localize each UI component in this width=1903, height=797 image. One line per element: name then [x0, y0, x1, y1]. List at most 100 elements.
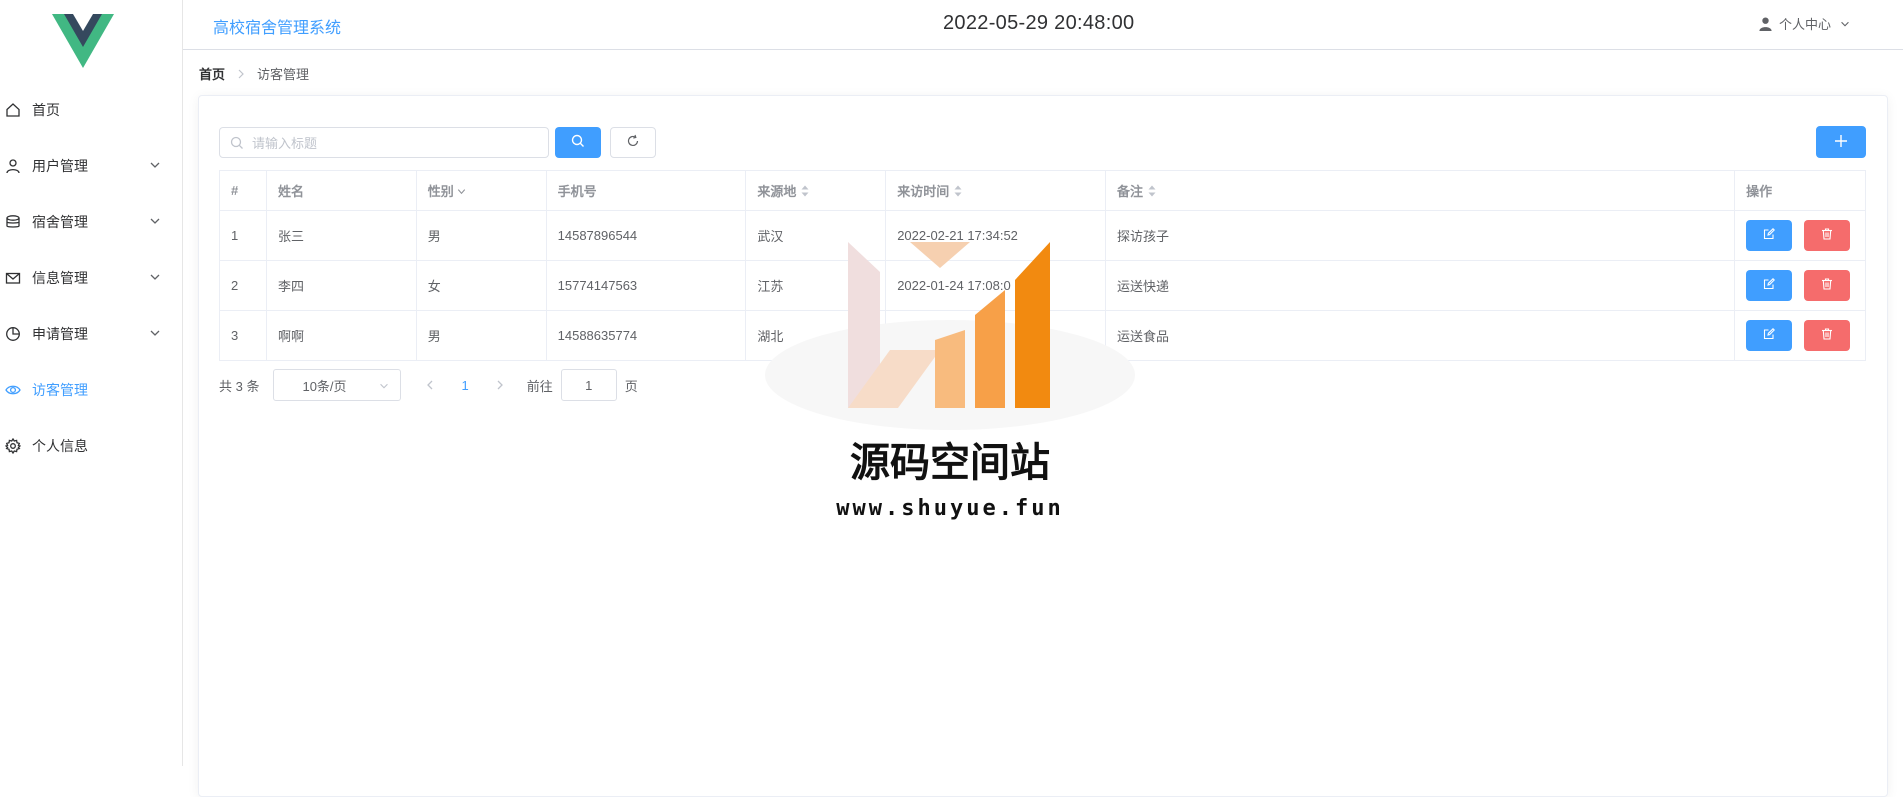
- edit-button[interactable]: [1746, 270, 1793, 301]
- refresh-icon: [626, 134, 640, 151]
- cell-origin: 武汉: [746, 211, 887, 260]
- sidebar-item-label: 用户管理: [32, 158, 88, 174]
- cell-remark: 探访孩子: [1106, 211, 1736, 260]
- cell-gender: 男: [417, 211, 547, 260]
- plus-icon: [1834, 134, 1848, 151]
- page-size-value: 10条/页: [302, 378, 347, 394]
- column-header-label: 备注: [1116, 184, 1143, 199]
- search-icon: [571, 134, 585, 151]
- column-header-gender[interactable]: 性别: [417, 171, 547, 210]
- eye-icon: [4, 381, 22, 399]
- sidebar-item-info[interactable]: 信息管理: [0, 250, 182, 306]
- column-header-phone: 手机号: [547, 171, 747, 210]
- add-visitor-button[interactable]: [1816, 126, 1866, 158]
- cell-phone: 15774147563: [547, 261, 747, 310]
- visitors-table: # 姓名 性别 手机号 来源地 来访时间 备注 操作 1 张三 男 145878…: [219, 170, 1866, 361]
- top-header: 高校宿舍管理系统 2022-05-29 20:48:00 个人中心: [183, 0, 1903, 50]
- column-header-name: 姓名: [267, 171, 417, 210]
- prev-page-icon[interactable]: [423, 378, 437, 392]
- cell-origin: 湖北: [746, 311, 887, 360]
- database-icon: [4, 213, 22, 231]
- cell-visit-time: 2022-01-24 17:08:0: [886, 261, 1106, 310]
- sidebar-item-dorm[interactable]: 宿舍管理: [0, 194, 182, 250]
- next-page-icon[interactable]: [493, 378, 507, 392]
- chevron-down-icon: [1839, 18, 1851, 30]
- delete-button[interactable]: [1804, 220, 1851, 251]
- chevron-down-icon: [148, 158, 162, 172]
- sidebar-item-label: 宿舍管理: [32, 214, 88, 230]
- edit-icon: [1763, 278, 1776, 293]
- table-body: 1 张三 男 14587896544 武汉 2022-02-21 17:34:5…: [220, 211, 1865, 361]
- pagination-total: 共 3 条: [219, 378, 260, 394]
- pagination: 共 3 条 10条/页 1 前往 页: [219, 369, 638, 401]
- page-size-select[interactable]: 10条/页: [273, 369, 402, 401]
- breadcrumb-home[interactable]: 首页: [199, 64, 225, 83]
- chevron-right-icon: [235, 68, 247, 80]
- trash-icon: [1821, 228, 1833, 243]
- search-field[interactable]: [219, 127, 549, 159]
- goto-label: 前往: [526, 378, 553, 394]
- mail-icon: [4, 269, 22, 287]
- filter-arrow-icon[interactable]: [456, 185, 467, 196]
- pie-chart-icon: [4, 325, 22, 343]
- sidebar-item-home[interactable]: 首页: [0, 82, 182, 138]
- cell-name: 啊啊: [267, 311, 417, 360]
- search-input[interactable]: [250, 128, 544, 159]
- trash-icon: [1821, 278, 1833, 293]
- sidebar-item-label: 申请管理: [32, 326, 88, 342]
- chevron-down-icon: [378, 380, 390, 392]
- sidebar-item-label: 首页: [32, 102, 60, 118]
- page-unit-label: 页: [624, 378, 638, 394]
- cell-actions: [1735, 311, 1865, 360]
- sidebar-item-apply[interactable]: 申请管理: [0, 306, 182, 362]
- sort-caret-icon[interactable]: [801, 185, 809, 197]
- column-header-label: 手机号: [557, 184, 597, 199]
- user-center-dropdown[interactable]: 个人中心: [1758, 14, 1851, 33]
- cell-actions: [1735, 211, 1865, 260]
- search-button[interactable]: [555, 127, 601, 158]
- column-header-label: 操作: [1746, 184, 1773, 199]
- user-icon: [4, 157, 22, 175]
- column-header-origin[interactable]: 来源地: [746, 171, 887, 210]
- delete-button[interactable]: [1804, 270, 1851, 301]
- table-row: 3 啊啊 男 14588635774 湖北 2-01-27 1:2 运送食品: [220, 311, 1865, 361]
- column-header-label: 性别: [427, 184, 454, 199]
- sidebar-item-label: 访客管理: [32, 382, 88, 398]
- cell-name: 李四: [267, 261, 417, 310]
- cell-remark: 运送快递: [1106, 261, 1736, 310]
- column-header-visit-time[interactable]: 来访时间: [886, 171, 1106, 210]
- sort-caret-icon[interactable]: [1148, 185, 1156, 197]
- home-icon: [4, 101, 22, 119]
- user-avatar-icon: [1758, 16, 1773, 31]
- table-header-row: # 姓名 性别 手机号 来源地 来访时间 备注 操作: [220, 171, 1865, 211]
- content-card: # 姓名 性别 手机号 来源地 来访时间: [198, 95, 1888, 797]
- delete-button[interactable]: [1804, 320, 1851, 351]
- cell-visit-time: 2022-02-21 17:34:52: [886, 211, 1106, 260]
- column-header-remark[interactable]: 备注: [1106, 171, 1736, 210]
- chevron-down-icon: [148, 326, 162, 340]
- datetime-display: 2022-05-29 20:48:00: [943, 12, 1135, 34]
- column-header-label: 来源地: [757, 184, 797, 199]
- cell-index: 3: [220, 311, 267, 360]
- edit-icon: [1763, 328, 1776, 343]
- column-header-label: 姓名: [277, 184, 304, 199]
- refresh-button[interactable]: [610, 127, 656, 158]
- cell-actions: [1735, 261, 1865, 310]
- sidebar-item-label: 个人信息: [32, 438, 88, 454]
- column-header-index: #: [220, 171, 267, 210]
- sidebar-item-users[interactable]: 用户管理: [0, 138, 182, 194]
- goto-page-input[interactable]: [560, 369, 617, 401]
- table-row: 2 李四 女 15774147563 江苏 2022-01-24 17:08:0…: [220, 261, 1865, 311]
- column-header-label: #: [231, 183, 239, 198]
- sidebar: 首页 用户管理 宿舍管理 信息管理 申请管理 访客管理 个人信息: [0, 0, 183, 766]
- sort-caret-icon[interactable]: [954, 185, 962, 197]
- cell-gender: 女: [417, 261, 547, 310]
- edit-button[interactable]: [1746, 320, 1793, 351]
- sidebar-item-profile[interactable]: 个人信息: [0, 418, 182, 474]
- edit-button[interactable]: [1746, 220, 1793, 251]
- app-title[interactable]: 高校宿舍管理系统: [213, 14, 341, 38]
- sidebar-item-label: 信息管理: [32, 270, 88, 286]
- page-number[interactable]: 1: [461, 378, 468, 393]
- breadcrumb-current: 访客管理: [257, 67, 310, 82]
- sidebar-item-visitors[interactable]: 访客管理: [0, 362, 182, 418]
